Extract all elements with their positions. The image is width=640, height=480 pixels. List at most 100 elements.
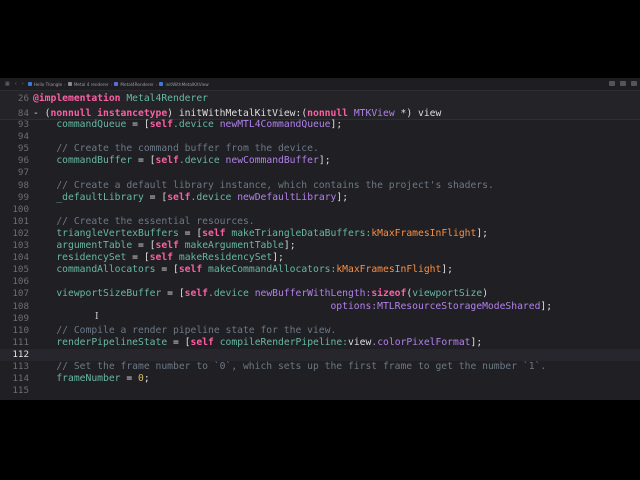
- text-cursor-ibeam-icon: I: [95, 312, 99, 322]
- code-line[interactable]: 105 commandAllocators = [self makeComman…: [0, 264, 640, 276]
- code-token: .device: [190, 191, 232, 203]
- code-line[interactable]: 107 viewportSizeBuffer = [self.device ne…: [0, 288, 640, 300]
- code-line[interactable]: 96 commandBuffer = [self.device newComma…: [0, 155, 640, 167]
- code-line[interactable]: 97: [0, 167, 640, 179]
- breadcrumb-item[interactable]: Hello Triangle: [27, 81, 62, 87]
- code-token: self: [149, 119, 174, 130]
- code-line[interactable]: 112: [0, 348, 640, 361]
- code-line[interactable]: 93 commandQueue = [self.device newMTL4Co…: [0, 119, 640, 131]
- code-token: = [: [126, 119, 150, 130]
- editor-options: [609, 81, 637, 86]
- code-token: MTKView: [353, 107, 395, 119]
- code-token: newBufferWithLength:: [254, 288, 372, 300]
- code-token: // Set the frame number to `0`, which se…: [56, 361, 547, 372]
- breadcrumb-item[interactable]: initWithMetalKitView: [159, 81, 209, 87]
- code-line[interactable]: 114 frameNumber = 0;: [0, 373, 640, 385]
- code-line[interactable]: 98 // Create a default library instance,…: [0, 180, 640, 192]
- code-line[interactable]: 101 // Create the essential resources.: [0, 216, 640, 228]
- code-token: // Create a default library instance, wh…: [56, 179, 494, 191]
- code-token: ];: [540, 300, 553, 312]
- line-number: 26: [17, 93, 29, 104]
- code-line[interactable]: 94: [0, 131, 640, 143]
- code-token: ];: [318, 155, 331, 167]
- code-token: viewportSizeBuffer: [56, 288, 162, 300]
- line-number: 94: [17, 131, 29, 143]
- code-token: sizeof: [371, 288, 407, 300]
- code-line[interactable]: 84- (nonnull instancetype) initWithMetal…: [0, 108, 640, 120]
- grid-icon[interactable]: ▦: [5, 81, 10, 87]
- code-token: .colorPixelFormat: [371, 336, 471, 348]
- code-line[interactable]: 104 residencySet = [self makeResidencySe…: [0, 252, 640, 264]
- related-items-icon[interactable]: [609, 81, 615, 86]
- back-icon[interactable]: ‹: [15, 81, 17, 87]
- code-token: viewportSize: [412, 288, 483, 300]
- code-line[interactable]: 115: [0, 385, 640, 397]
- code-token: residencySet: [56, 252, 127, 264]
- code-token: makeCommandAllocators:: [208, 264, 337, 276]
- code-token: .device: [173, 119, 214, 130]
- code-token: frameNumber: [56, 373, 121, 385]
- code-token: argumentTable: [56, 240, 133, 251]
- code-token: options:MTLResourceStorageModeShared: [330, 300, 541, 312]
- code-line[interactable]: 102 triangleVertexBuffers = [self makeTr…: [0, 228, 640, 240]
- code-token: commandAllocators: [56, 264, 156, 276]
- code-text: _defaultLibrary = [self.device newDefaul…: [33, 192, 348, 204]
- split-editor-icon[interactable]: [620, 81, 626, 86]
- code-text: commandAllocators = [self makeCommandAll…: [33, 264, 453, 276]
- code-token: self: [149, 252, 174, 264]
- code-line[interactable]: 95 // Create the command buffer from the…: [0, 143, 640, 155]
- forward-icon[interactable]: ›: [22, 81, 24, 87]
- line-number: 106: [12, 276, 29, 288]
- code-line[interactable]: 26 @implementation Metal4Renderer: [0, 93, 640, 105]
- code-token: newMTL4CommandQueue: [219, 119, 331, 130]
- breadcrumb-item[interactable]: Metal4Renderer: [114, 81, 154, 87]
- code-token: = [: [132, 155, 156, 167]
- add-editor-icon[interactable]: [631, 81, 637, 86]
- code-token: self: [155, 240, 179, 251]
- code-token: ];: [470, 336, 483, 348]
- line-number: 112: [12, 348, 29, 360]
- code-line[interactable]: 110 // Compile a render pipeline state f…: [0, 325, 640, 337]
- code-text: frameNumber = 0;: [33, 373, 149, 385]
- code-token: self: [178, 264, 203, 276]
- code-line[interactable]: 106: [0, 276, 640, 288]
- line-number: 109: [12, 312, 29, 324]
- code-line[interactable]: 99 _defaultLibrary = [self.device newDef…: [0, 192, 640, 204]
- code-token: Metal4Renderer: [126, 93, 208, 104]
- code-token: commandBuffer: [56, 155, 133, 167]
- code-token: newCommandBuffer: [225, 155, 319, 167]
- code-token: = [: [126, 252, 150, 264]
- code-token: renderPipelineState: [56, 336, 168, 348]
- code-text: // Create the essential resources.: [33, 216, 254, 228]
- code-line[interactable]: 103 argumentTable = [self makeArgumentTa…: [0, 240, 640, 252]
- code-line[interactable]: 111 renderPipelineState = [self compileR…: [0, 337, 640, 349]
- code-text: commandQueue = [self.device newMTL4Comma…: [33, 119, 342, 131]
- code-token: self: [155, 155, 179, 167]
- code-token: = [: [155, 264, 179, 276]
- file-icon: [27, 81, 32, 86]
- code-token: - (: [33, 107, 51, 119]
- code-text: residencySet = [self makeResidencySet];: [33, 252, 284, 264]
- file-icon: [159, 81, 164, 86]
- code-token: = [: [161, 288, 185, 300]
- code-token: triangleVertexBuffers: [56, 227, 179, 239]
- code-token: self: [184, 288, 209, 300]
- breadcrumb-item[interactable]: Metal 4 renderer: [67, 81, 109, 87]
- code-line[interactable]: 113 // Set the frame number to `0`, whic…: [0, 361, 640, 373]
- code-editor[interactable]: ▦ ‹ › Hello Triangle › Metal 4 renderer › Me…: [0, 78, 640, 400]
- code-line[interactable]: 100: [0, 204, 640, 216]
- code-token: kMaxFramesInFlight: [371, 227, 477, 239]
- code-line[interactable]: 108 options:MTLResourceStorageModeShared…: [0, 301, 640, 313]
- code-token: = [: [178, 227, 203, 239]
- code-token: newDefaultLibrary: [237, 191, 337, 203]
- code-token: = [: [143, 191, 168, 203]
- code-token: ];: [330, 119, 343, 130]
